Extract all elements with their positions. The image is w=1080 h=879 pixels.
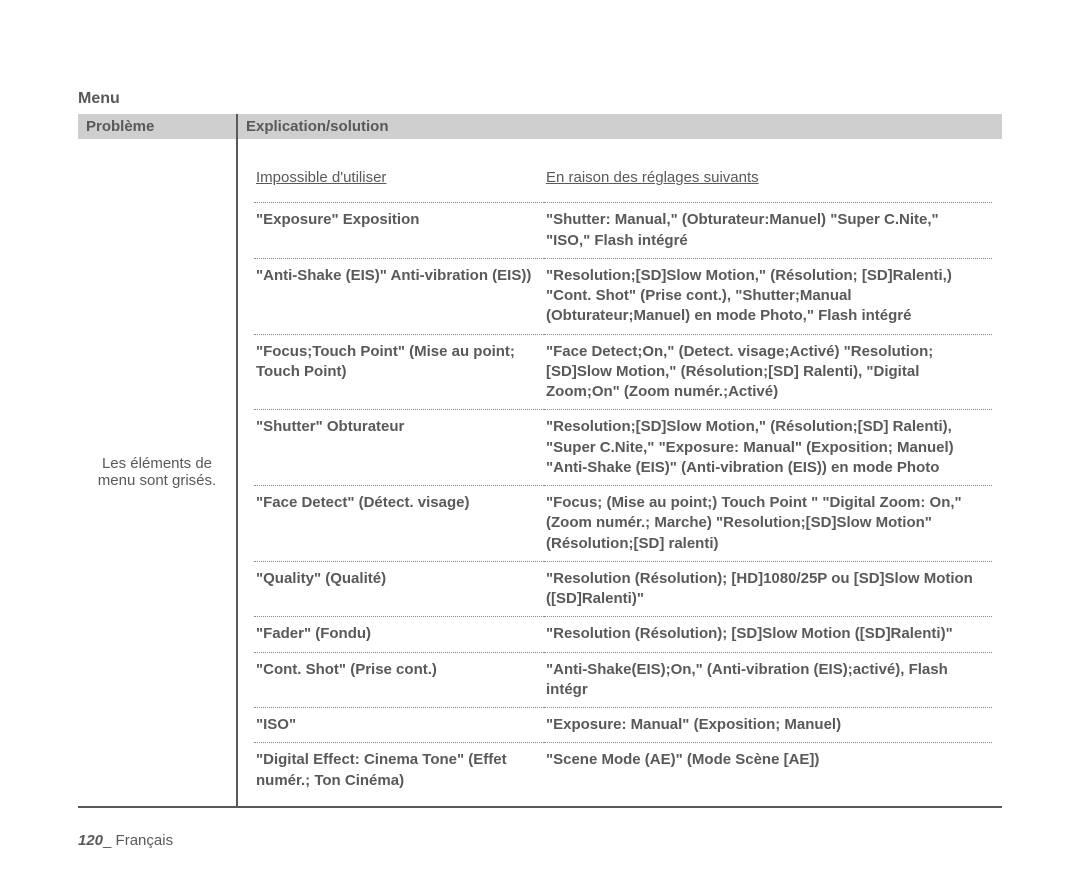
feature-name: "Exposure" Exposition	[254, 203, 544, 259]
feature-name: "ISO"	[254, 708, 544, 743]
table-row: "Face Detect" (Détect. visage) "Focus; (…	[254, 486, 992, 562]
table-header-row: Problème Explication/solution	[78, 114, 1002, 139]
inner-table: Impossible d'utiliser En raison des régl…	[254, 161, 992, 798]
table-row: "Shutter" Obturateur "Resolution;[SD]Slo…	[254, 410, 992, 486]
feature-name: "Face Detect" (Détect. visage)	[254, 486, 544, 562]
feature-reason: "Scene Mode (AE)" (Mode Scène [AE])	[544, 743, 992, 798]
troubleshoot-table: Problème Explication/solution Les élémen…	[78, 114, 1002, 808]
feature-reason: "Resolution (Résolution); [HD]1080/25P o…	[544, 561, 992, 617]
feature-reason: "Resolution;[SD]Slow Motion," (Résolutio…	[544, 410, 992, 486]
inner-header-col1: Impossible d'utiliser	[254, 161, 544, 203]
explanation-cell: Impossible d'utiliser En raison des régl…	[237, 139, 1002, 807]
manual-page: Menu Problème Explication/solution Les é…	[0, 0, 1080, 879]
feature-reason: "Shutter: Manual," (Obturateur:Manuel) "…	[544, 203, 992, 259]
feature-reason: "Resolution (Résolution); [SD]Slow Motio…	[544, 617, 992, 652]
feature-reason: "Focus; (Mise au point;) Touch Point " "…	[544, 486, 992, 562]
table-row: "Quality" (Qualité) "Resolution (Résolut…	[254, 561, 992, 617]
footer-sep: _	[103, 832, 116, 849]
inner-header-col2: En raison des réglages suivants	[544, 161, 992, 203]
inner-header-row: Impossible d'utiliser En raison des régl…	[254, 161, 992, 203]
feature-name: "Focus;Touch Point" (Mise au point; Touc…	[254, 334, 544, 410]
feature-reason: "Exposure: Manual" (Exposition; Manuel)	[544, 708, 992, 743]
table-body-row: Les éléments de menu sont grisés. Imposs…	[78, 139, 1002, 807]
feature-name: "Anti-Shake (EIS)" Anti-vibration (EIS))	[254, 258, 544, 334]
feature-reason: "Resolution;[SD]Slow Motion," (Résolutio…	[544, 258, 992, 334]
feature-name: "Cont. Shot" (Prise cont.)	[254, 652, 544, 708]
feature-name: "Quality" (Qualité)	[254, 561, 544, 617]
problem-cell: Les éléments de menu sont grisés.	[78, 139, 237, 807]
table-row: "Anti-Shake (EIS)" Anti-vibration (EIS))…	[254, 258, 992, 334]
table-row: "Focus;Touch Point" (Mise au point; Touc…	[254, 334, 992, 410]
table-row: "Exposure" Exposition "Shutter: Manual,"…	[254, 203, 992, 259]
table-row: "Fader" (Fondu) "Resolution (Résolution)…	[254, 617, 992, 652]
page-number: 120	[78, 832, 103, 849]
feature-reason: "Anti-Shake(EIS);On," (Anti-vibration (E…	[544, 652, 992, 708]
page-footer: 120_ Français	[78, 832, 1002, 849]
table-row: "ISO" "Exposure: Manual" (Exposition; Ma…	[254, 708, 992, 743]
feature-name: "Shutter" Obturateur	[254, 410, 544, 486]
header-problem: Problème	[78, 114, 237, 139]
feature-name: "Digital Effect: Cinema Tone" (Effet num…	[254, 743, 544, 798]
section-title: Menu	[78, 90, 1002, 108]
table-row: "Digital Effect: Cinema Tone" (Effet num…	[254, 743, 992, 798]
footer-language: Français	[116, 832, 174, 849]
feature-name: "Fader" (Fondu)	[254, 617, 544, 652]
feature-reason: "Face Detect;On," (Detect. visage;Activé…	[544, 334, 992, 410]
header-explanation: Explication/solution	[237, 114, 1002, 139]
table-row: "Cont. Shot" (Prise cont.) "Anti-Shake(E…	[254, 652, 992, 708]
